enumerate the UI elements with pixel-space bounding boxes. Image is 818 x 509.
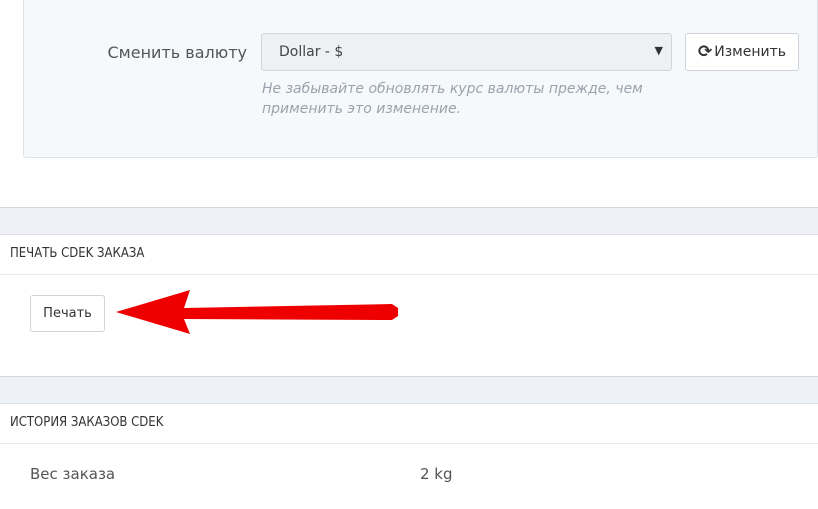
order-weight-value: 2 kg — [420, 465, 453, 483]
change-currency-button-label: Изменить — [714, 44, 786, 60]
change-currency-button[interactable]: ⟳ Изменить — [685, 33, 799, 71]
currency-select-value: Dollar - $ — [279, 44, 344, 60]
history-row: Вес заказа 2 kg — [0, 462, 818, 486]
currency-label: Сменить валюту — [107, 43, 248, 62]
print-button[interactable]: Печать — [30, 295, 105, 332]
currency-card: Сменить валюту Dollar - $ ▼ Не забывайте… — [0, 0, 818, 208]
caret-down-icon: ▼ — [654, 44, 663, 57]
refresh-icon: ⟳ — [698, 41, 713, 62]
currency-help-text: Не забывайте обновлять курс валюты прежд… — [262, 81, 643, 117]
cdek-history-panel-title: ИСТОРИЯ ЗАКАЗОВ CDEK — [0, 404, 818, 444]
currency-well: Сменить валюту Dollar - $ ▼ Не забывайте… — [23, 0, 818, 158]
print-cdek-panel-title: ПЕЧАТЬ CDEK ЗАКАЗА — [0, 235, 818, 275]
cdek-history-panel: ИСТОРИЯ ЗАКАЗОВ CDEK Вес заказа 2 kg — [0, 403, 818, 509]
order-weight-label: Вес заказа — [30, 465, 116, 483]
currency-select[interactable]: Dollar - $ ▼ — [261, 33, 672, 71]
annotation-arrow-icon — [116, 290, 398, 334]
